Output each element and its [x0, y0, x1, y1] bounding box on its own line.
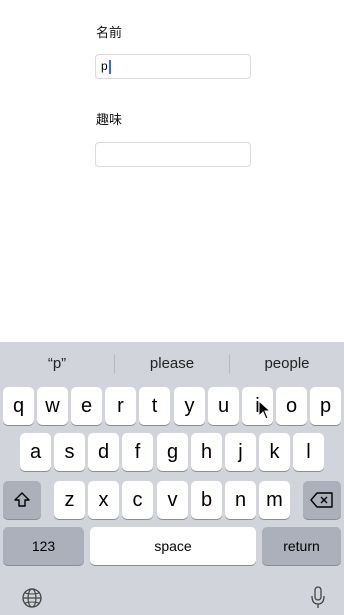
key-u[interactable]: u — [208, 387, 239, 425]
key-g[interactable]: g — [157, 433, 188, 471]
name-field-value: p — [101, 59, 108, 73]
key-r[interactable]: r — [105, 387, 136, 425]
key-f[interactable]: f — [122, 433, 153, 471]
microphone-icon[interactable] — [306, 585, 330, 611]
on-screen-keyboard: “p” please people q w e r t y u i o p a … — [0, 342, 344, 615]
return-key[interactable]: return — [262, 527, 341, 565]
key-l[interactable]: l — [293, 433, 324, 471]
shift-icon — [14, 492, 30, 507]
mouse-pointer-icon — [258, 400, 272, 420]
key-d[interactable]: d — [88, 433, 119, 471]
name-label: 名前 — [96, 26, 123, 41]
key-w[interactable]: w — [37, 387, 68, 425]
text-caret — [108, 59, 111, 74]
delete-key[interactable] — [303, 481, 341, 519]
key-o[interactable]: o — [276, 387, 307, 425]
key-q[interactable]: q — [3, 387, 34, 425]
key-t[interactable]: t — [139, 387, 170, 425]
key-z[interactable]: z — [54, 481, 85, 519]
name-field[interactable]: p — [95, 54, 251, 79]
key-s[interactable]: s — [54, 433, 85, 471]
hobby-field[interactable] — [95, 142, 251, 167]
key-k[interactable]: k — [259, 433, 290, 471]
key-j[interactable]: j — [225, 433, 256, 471]
numbers-key[interactable]: 123 — [3, 527, 84, 565]
key-v[interactable]: v — [157, 481, 188, 519]
suggestion-literal[interactable]: “p” — [0, 342, 114, 386]
key-b[interactable]: b — [191, 481, 222, 519]
key-y[interactable]: y — [174, 387, 205, 425]
suggestion-please[interactable]: please — [115, 342, 229, 386]
backspace-icon — [310, 492, 333, 508]
key-a[interactable]: a — [20, 433, 51, 471]
key-e[interactable]: e — [71, 387, 102, 425]
globe-icon[interactable] — [20, 586, 44, 610]
hobby-label: 趣味 — [96, 113, 123, 128]
suggestion-people[interactable]: people — [230, 342, 344, 386]
key-h[interactable]: h — [191, 433, 222, 471]
shift-key[interactable] — [3, 481, 41, 519]
key-x[interactable]: x — [88, 481, 119, 519]
suggestion-bar: “p” please people — [0, 342, 344, 386]
space-key[interactable]: space — [90, 527, 256, 565]
key-n[interactable]: n — [225, 481, 256, 519]
key-m[interactable]: m — [259, 481, 290, 519]
key-c[interactable]: c — [122, 481, 153, 519]
key-p[interactable]: p — [310, 387, 341, 425]
